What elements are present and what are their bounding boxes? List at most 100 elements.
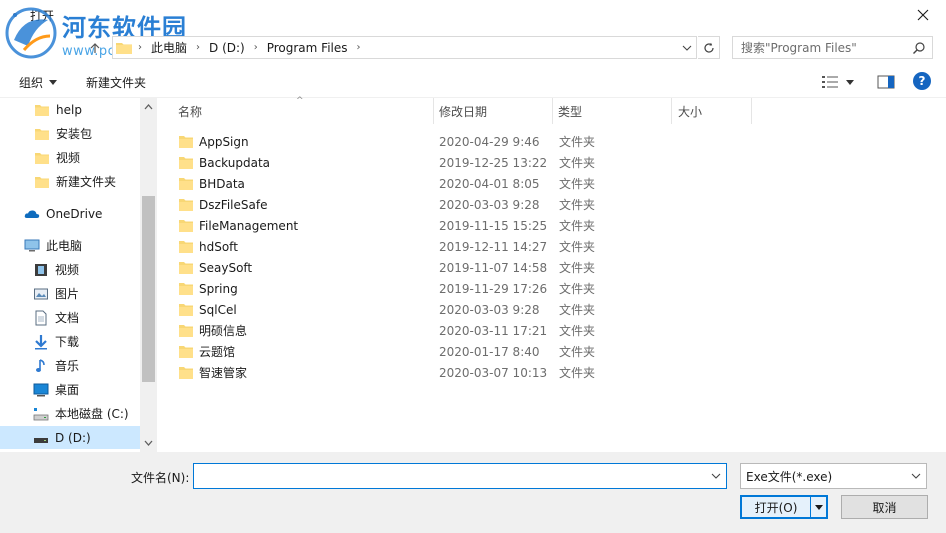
- file-date: 2019-11-29 17:26: [439, 281, 548, 296]
- scrollbar-thumb[interactable]: [142, 196, 155, 382]
- cancel-button[interactable]: 取消: [841, 495, 928, 519]
- file-row[interactable]: AppSign 2020-04-29 9:46 文件夹: [178, 131, 758, 152]
- column-header-date[interactable]: 修改日期: [434, 98, 553, 124]
- file-row[interactable]: 明硕信息 2020-03-11 17:21 文件夹: [178, 320, 758, 341]
- file-row[interactable]: SeaySoft 2019-11-07 14:58 文件夹: [178, 257, 758, 278]
- chevron-down-icon: [144, 440, 153, 446]
- nav-item-label: 视频: [56, 151, 81, 165]
- folder-icon: [179, 240, 193, 253]
- video-icon: [35, 263, 47, 276]
- desktop-icon: [33, 383, 49, 396]
- dialog-footer: 文件名(N): Exe文件(*.exe) 打开(O) 取消: [0, 452, 946, 533]
- nav-item-pictures[interactable]: 图片: [0, 282, 140, 305]
- nav-item-videos[interactable]: 视频: [0, 258, 140, 281]
- nav-item-installers[interactable]: 安装包: [0, 122, 140, 145]
- file-type: 文件夹: [559, 219, 596, 233]
- file-row[interactable]: hdSoft 2019-12-11 14:27 文件夹: [178, 236, 758, 257]
- organize-button[interactable]: 组织: [19, 74, 58, 91]
- download-icon: [35, 334, 47, 349]
- breadcrumb-this-pc[interactable]: 此电脑: [151, 39, 187, 56]
- address-bar[interactable]: › 此电脑 › D (D:) › Program Files ›: [112, 36, 697, 59]
- nav-item-label: 此电脑: [46, 239, 83, 253]
- folder-icon: [179, 219, 193, 232]
- details-view-icon: [822, 76, 838, 88]
- file-row[interactable]: SqlCel 2020-03-03 9:28 文件夹: [178, 299, 758, 320]
- caret-down-icon: [814, 504, 823, 510]
- caret-down-icon: [49, 80, 58, 85]
- nav-item-label: help: [56, 102, 82, 117]
- nav-item-documents[interactable]: 文档: [0, 306, 140, 329]
- app-icon: [13, 13, 17, 17]
- breadcrumb-separator: ›: [196, 42, 201, 53]
- nav-item-videos-folder[interactable]: 视频: [0, 146, 140, 169]
- breadcrumb-d-drive[interactable]: D (D:): [209, 41, 245, 55]
- close-button[interactable]: [900, 0, 946, 30]
- filename-label: 文件名(N):: [131, 471, 190, 485]
- folder-icon: [179, 345, 193, 358]
- breadcrumb-program-files[interactable]: Program Files: [267, 41, 348, 55]
- preview-pane-icon[interactable]: [877, 73, 895, 91]
- breadcrumb-separator: ›: [138, 42, 142, 53]
- filetype-dropdown-button[interactable]: [910, 470, 922, 482]
- open-options-button[interactable]: [810, 497, 826, 517]
- up-arrow-icon: [90, 43, 100, 53]
- file-row[interactable]: Spring 2019-11-29 17:26 文件夹: [178, 278, 758, 299]
- file-name: FileManagement: [199, 218, 299, 233]
- file-type: 文件夹: [559, 324, 596, 338]
- nav-item-label: 图片: [55, 287, 80, 301]
- column-header-label: 修改日期: [439, 104, 488, 119]
- breadcrumb-separator: ›: [253, 42, 258, 53]
- chevron-down-icon: [682, 45, 692, 51]
- file-row[interactable]: Backupdata 2019-12-25 13:22 文件夹: [178, 152, 758, 173]
- nav-item-desktop[interactable]: 桌面: [0, 378, 140, 401]
- file-row[interactable]: 智速管家 2020-03-07 10:13 文件夹: [178, 362, 758, 383]
- up-button[interactable]: [84, 38, 106, 58]
- file-row[interactable]: FileManagement 2019-11-15 15:25 文件夹: [178, 215, 758, 236]
- address-history-button[interactable]: [680, 41, 694, 55]
- filetype-select[interactable]: Exe文件(*.exe): [740, 463, 927, 489]
- file-type: 文件夹: [559, 240, 596, 254]
- refresh-button[interactable]: [698, 36, 720, 59]
- change-view-button[interactable]: [822, 73, 862, 91]
- file-name: hdSoft: [199, 239, 238, 254]
- nav-item-label: 文档: [55, 311, 80, 325]
- nav-item-this-pc[interactable]: 此电脑: [0, 234, 140, 257]
- file-type: 文件夹: [559, 261, 596, 275]
- file-date: 2020-03-11 17:21: [439, 323, 548, 338]
- nav-item-new-folder[interactable]: 新建文件夹: [0, 170, 140, 193]
- file-name: 明硕信息: [199, 324, 248, 338]
- nav-item-d-drive[interactable]: D (D:): [0, 426, 140, 449]
- file-date: 2020-03-03 9:28: [439, 197, 540, 212]
- column-header-name[interactable]: ^ 名称: [158, 96, 434, 124]
- scroll-up-button[interactable]: [144, 102, 153, 111]
- nav-item-music[interactable]: 音乐: [0, 354, 140, 377]
- caret-down-icon: [846, 79, 854, 85]
- nav-item-downloads[interactable]: 下载: [0, 330, 140, 353]
- open-button-label[interactable]: 打开(O): [742, 497, 810, 517]
- folder-icon: [179, 156, 193, 169]
- file-row[interactable]: DszFileSafe 2020-03-03 9:28 文件夹: [178, 194, 758, 215]
- help-button[interactable]: ?: [913, 72, 931, 90]
- nav-item-local-disk-c[interactable]: 本地磁盘 (C:): [0, 402, 140, 425]
- navigation-scrollbar[interactable]: [140, 98, 157, 452]
- folder-icon: [179, 303, 193, 316]
- search-input[interactable]: 搜索"Program Files": [732, 36, 933, 59]
- folder-icon: [179, 324, 193, 337]
- nav-item-onedrive[interactable]: OneDrive: [0, 202, 140, 225]
- folder-icon: [35, 104, 49, 116]
- scroll-down-button[interactable]: [144, 438, 153, 447]
- open-button[interactable]: 打开(O): [740, 495, 828, 519]
- folder-icon: [35, 152, 49, 164]
- file-row[interactable]: 云题馆 2020-01-17 8:40 文件夹: [178, 341, 758, 362]
- new-folder-button[interactable]: 新建文件夹: [86, 74, 146, 91]
- nav-item-label: 音乐: [55, 359, 80, 373]
- chevron-down-icon: [911, 473, 921, 479]
- file-name: AppSign: [199, 134, 249, 149]
- nav-item-help[interactable]: help: [0, 98, 140, 121]
- filename-history-button[interactable]: [710, 470, 722, 482]
- filetype-value: Exe文件(*.exe): [746, 469, 833, 484]
- column-header-type[interactable]: 类型: [553, 98, 672, 124]
- column-header-size[interactable]: 大小: [672, 98, 752, 124]
- file-row[interactable]: BHData 2020-04-01 8:05 文件夹: [178, 173, 758, 194]
- filename-input[interactable]: [193, 463, 727, 489]
